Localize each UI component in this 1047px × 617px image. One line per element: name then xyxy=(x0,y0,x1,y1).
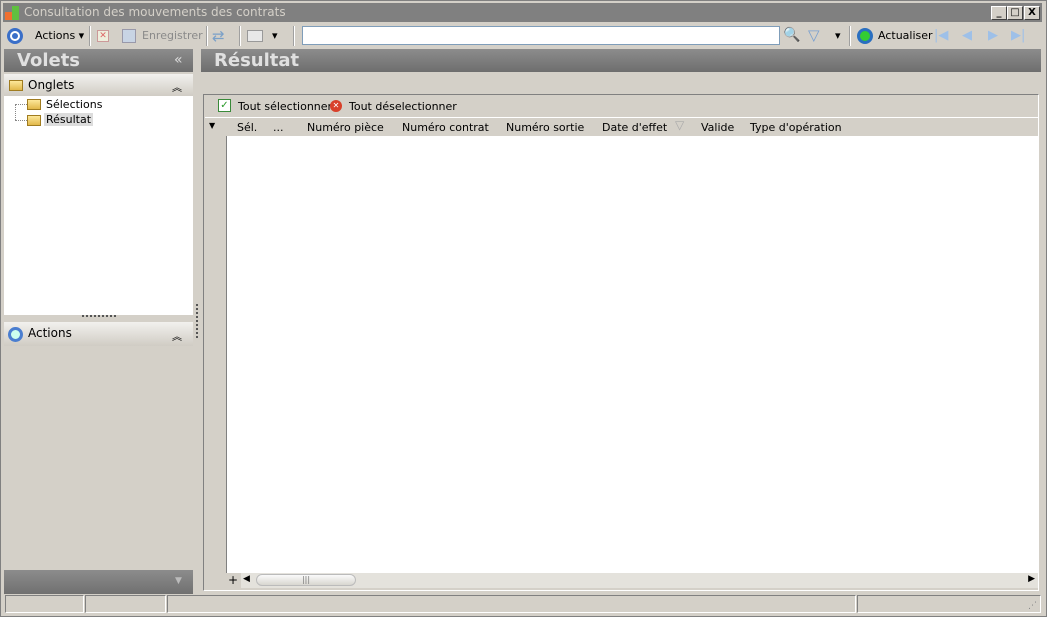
search-icon[interactable]: 🔍 xyxy=(783,27,800,43)
save-icon xyxy=(122,29,136,43)
actions-section-header[interactable]: Actions xyxy=(4,322,193,346)
panes-header: Volets xyxy=(4,49,193,72)
print-icon[interactable] xyxy=(247,30,263,42)
collapse-panes-button[interactable]: « xyxy=(174,52,183,68)
vertical-splitter[interactable] xyxy=(196,304,198,338)
grid-body xyxy=(226,136,1038,573)
tabs-tree: Sélections Résultat xyxy=(4,96,193,315)
status-panel xyxy=(857,595,1041,613)
scroll-thumb[interactable]: ||| xyxy=(256,574,356,586)
last-record-icon[interactable]: ▶| xyxy=(1011,28,1025,44)
collapse-section-icon[interactable]: ︽ xyxy=(172,79,182,94)
actions-circle-icon xyxy=(8,327,23,342)
minimize-button[interactable]: _ xyxy=(991,6,1007,20)
actions-menu-button[interactable]: Actions ▾ xyxy=(35,28,84,44)
next-record-icon[interactable]: ▶ xyxy=(988,28,998,44)
select-all-button[interactable]: Tout sélectionner xyxy=(238,100,332,113)
actions-circle-icon xyxy=(7,28,23,44)
deselect-all-button[interactable]: Tout déselectionner xyxy=(349,100,457,113)
tabs-section-header[interactable]: Onglets xyxy=(4,74,193,96)
status-panel xyxy=(167,595,856,613)
horizontal-scrollbar[interactable]: ◀ ||| ▶ xyxy=(241,573,1038,588)
deselect-x-icon: ✕ xyxy=(330,100,342,112)
folder-icon xyxy=(9,80,23,91)
column-header-valide[interactable]: Valide xyxy=(701,121,734,134)
splitter-handle[interactable] xyxy=(82,315,116,317)
scroll-right-icon[interactable]: ▶ xyxy=(1028,574,1035,584)
delete-icon[interactable]: ✕ xyxy=(97,30,109,42)
column-header-more[interactable]: ... xyxy=(273,121,284,134)
sync-icon[interactable]: ⇄ xyxy=(212,27,225,45)
title-bar: Consultation des mouvements des contrats xyxy=(3,3,1042,22)
result-header: Résultat xyxy=(201,49,1041,72)
refresh-icon[interactable] xyxy=(857,28,873,44)
resize-grip-icon[interactable]: ⋰ xyxy=(1028,601,1037,611)
open-folder-icon xyxy=(27,115,41,126)
filter-dropdown[interactable]: ▾ xyxy=(835,28,841,44)
filter-icon[interactable]: ▽ xyxy=(808,26,820,44)
column-header-numero-contrat[interactable]: Numéro contrat xyxy=(402,121,489,134)
checkbox-check-icon: ✓ xyxy=(218,99,231,112)
panes-footer xyxy=(4,570,193,594)
close-button[interactable]: X xyxy=(1024,6,1040,20)
status-panel xyxy=(85,595,166,613)
first-record-icon[interactable]: |◀ xyxy=(934,28,948,44)
previous-record-icon[interactable]: ◀ xyxy=(962,28,972,44)
refresh-button[interactable]: Actualiser xyxy=(878,28,933,44)
sort-descending-icon: ▽ xyxy=(675,118,685,132)
app-icon xyxy=(5,6,19,20)
print-dropdown[interactable]: ▾ xyxy=(272,28,278,44)
search-input[interactable] xyxy=(302,26,780,45)
column-header-date-effet[interactable]: Date d'effet xyxy=(602,121,667,134)
column-header-numero-sortie[interactable]: Numéro sortie xyxy=(506,121,584,134)
column-header-sel[interactable]: Sél. xyxy=(237,121,257,134)
column-chooser-dropdown[interactable]: ▼ xyxy=(209,121,215,130)
column-header-numero-piece[interactable]: Numéro pièce xyxy=(307,121,384,134)
status-panel xyxy=(5,595,84,613)
window-title: Consultation des mouvements des contrats xyxy=(24,5,286,19)
maximize-button[interactable]: □ xyxy=(1007,6,1023,20)
collapse-section-icon[interactable]: ︽ xyxy=(172,328,182,343)
tree-item-resultat[interactable]: Résultat xyxy=(44,113,94,126)
toolbar: Actions ▾ ✕ Enregistrer ⇄ ▾ 🔍 ▽ ▾ Actual… xyxy=(3,24,1042,48)
tree-item-selections[interactable]: Sélections xyxy=(46,98,102,111)
scroll-left-icon[interactable]: ◀ xyxy=(243,574,250,584)
pane-menu-dropdown[interactable]: ▼ xyxy=(175,576,182,586)
add-row-button[interactable]: + xyxy=(226,573,240,588)
save-button[interactable]: Enregistrer xyxy=(142,28,203,44)
folder-icon xyxy=(27,99,41,110)
column-header-type-operation[interactable]: Type d'opération xyxy=(750,121,842,134)
